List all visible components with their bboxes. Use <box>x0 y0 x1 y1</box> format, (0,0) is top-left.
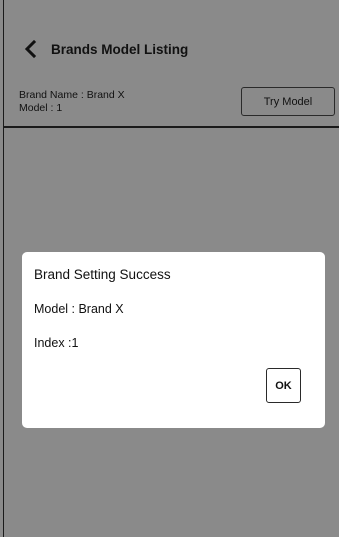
try-model-button[interactable]: Try Model <box>241 87 335 116</box>
app-screen: Brands Model Listing Brand Name : Brand … <box>3 0 339 537</box>
dialog-model-text: Model : Brand X <box>34 302 124 316</box>
page-title: Brands Model Listing <box>51 42 189 57</box>
ok-button[interactable]: OK <box>266 368 301 403</box>
chevron-left-icon <box>23 40 37 58</box>
model-text: Model : 1 <box>19 102 63 114</box>
header: Brands Model Listing Brand Name : Brand … <box>4 0 339 128</box>
success-dialog: Brand Setting Success Model : Brand X In… <box>22 252 325 428</box>
header-divider <box>4 126 339 128</box>
brand-info: Brand Name : Brand X Model : 1 <box>19 89 125 115</box>
brand-name-text: Brand Name : Brand X <box>19 89 125 101</box>
dialog-index-text: Index :1 <box>34 336 79 350</box>
back-button[interactable] <box>18 37 42 61</box>
dialog-title: Brand Setting Success <box>34 267 171 282</box>
